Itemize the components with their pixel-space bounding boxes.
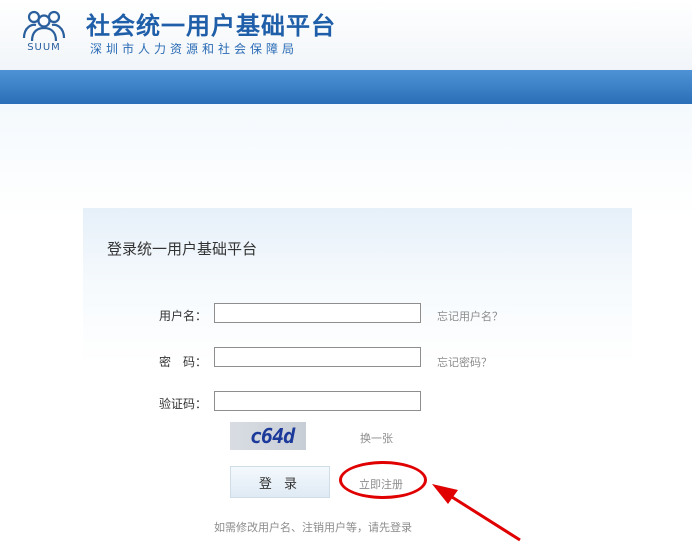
people-group-icon [22,10,66,42]
password-input[interactable] [214,347,421,367]
login-page: SUUM 社会统一用户基础平台 深圳市人力资源和社会保障局 登录统一用户基础平台… [0,0,692,556]
nav-bar [0,70,692,104]
suum-logo: SUUM [18,8,70,56]
refresh-captcha-link[interactable]: 换一张 [360,430,393,446]
forgot-username-link[interactable]: 忘记用户名？ [437,308,503,324]
login-button[interactable]: 登 录 [230,466,330,498]
password-label: 密 码： [158,355,207,369]
captcha-input[interactable] [214,391,421,411]
captcha-label: 验证码： [158,397,207,411]
forgot-password-link[interactable]: 忘记密码？ [437,354,492,370]
site-title: 社会统一用户基础平台 [86,12,336,40]
site-header: SUUM 社会统一用户基础平台 深圳市人力资源和社会保障局 [0,0,692,70]
username-input[interactable] [214,303,421,323]
site-subtitle: 深圳市人力资源和社会保障局 [90,42,299,56]
captcha-image[interactable]: c64d [230,422,306,450]
login-panel: 登录统一用户基础平台 用户名： 忘记用户名？ 密 码： 忘记密码？ 验证码： c… [83,208,632,556]
footer-note: 如需修改用户名、注销用户等，请先登录 [214,521,412,534]
login-title: 登录统一用户基础平台 [107,240,258,258]
username-label: 用户名： [158,309,207,323]
captcha-text: c64d [250,424,295,448]
logo-text: SUUM [27,42,61,53]
register-link[interactable]: 立即注册 [359,476,403,492]
